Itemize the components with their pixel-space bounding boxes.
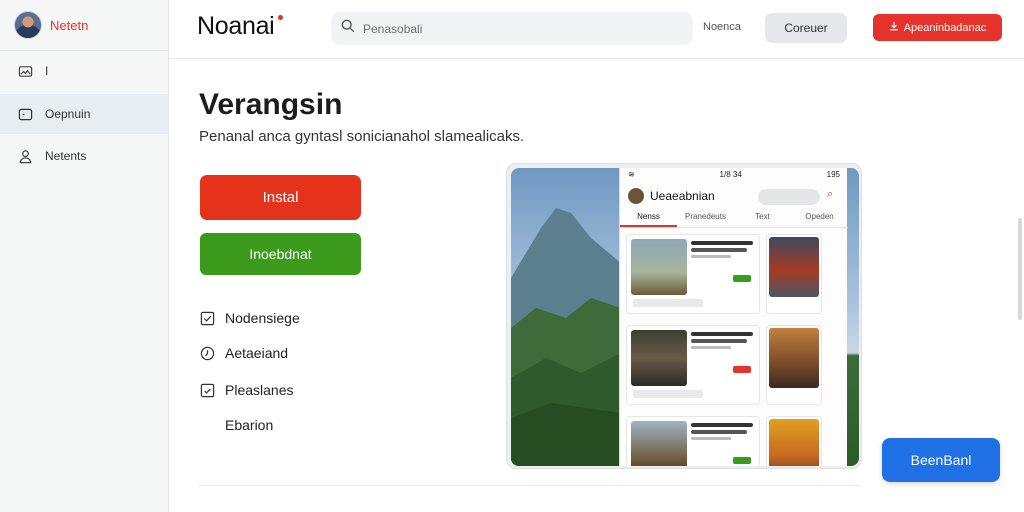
- preview-card: [626, 416, 760, 466]
- search-icon: ⌕: [827, 188, 834, 200]
- preview-side-thumbnail: [769, 237, 819, 297]
- install-button-label: Instal: [262, 189, 299, 206]
- header-secondary-button[interactable]: Coreuer: [765, 13, 847, 43]
- preview-card: [626, 234, 760, 314]
- header-primary-button[interactable]: Apeaninbadanac: [873, 14, 1002, 41]
- preview-app-title: Ueaeabnian: [650, 189, 715, 203]
- preview-card-thumbnail: [631, 330, 687, 386]
- page-title: Verangsin: [199, 88, 343, 121]
- preview-tab: Pranedeuts: [685, 212, 726, 221]
- app-preview-screenshot: ≋ 1/8 34 195 Ueaeabnian ⌕ Nenss Pranedeu…: [506, 163, 862, 469]
- secondary-action-button[interactable]: Inoebdnat: [200, 233, 361, 275]
- mountain-illustration: [511, 208, 621, 466]
- preview-tab: Opeden: [805, 212, 834, 221]
- preview-tab: Nenss: [620, 212, 677, 227]
- preview-card-thumbnail: [631, 421, 687, 466]
- sidebar-item-label: Netents: [45, 149, 87, 163]
- preview-status-time: 1/8 34: [719, 170, 742, 179]
- option-1[interactable]: Nodensiege: [200, 310, 300, 326]
- preview-card-thumbnail: [631, 239, 687, 295]
- header-link[interactable]: Noenca: [703, 21, 741, 33]
- download-icon: [889, 21, 899, 34]
- preview-status-battery: 195: [826, 170, 840, 179]
- preview-landscape-image: ≋ 1/8 34 195 Ueaeabnian ⌕ Nenss Pranedeu…: [511, 168, 859, 466]
- option-4[interactable]: Ebarion: [225, 417, 273, 433]
- image-icon: [17, 63, 33, 79]
- brand-logo[interactable]: Noanai: [197, 12, 275, 41]
- sidebar-item-label: I: [45, 64, 49, 78]
- preview-side-card: [766, 234, 822, 314]
- preview-app-screen: ≋ 1/8 34 195 Ueaeabnian ⌕ Nenss Pranedeu…: [619, 168, 848, 466]
- floating-action-button-label: BeenBanl: [910, 452, 972, 468]
- preview-status-bar: ≋ 1/8 34 195: [620, 168, 848, 182]
- install-button[interactable]: Instal: [200, 175, 361, 220]
- option-label: Ebarion: [225, 417, 274, 433]
- checkbox-icon[interactable]: [200, 311, 215, 326]
- user-name: Netetn: [50, 17, 89, 33]
- option-2[interactable]: Aetaeiand: [200, 345, 288, 361]
- option-label: Pleaslanes: [225, 382, 294, 398]
- sidebar: Netetn I Oepnuin Netents: [0, 0, 169, 512]
- preview-header: Ueaeabnian: [628, 188, 715, 204]
- sidebar-item-3[interactable]: Netents: [0, 136, 168, 176]
- brand-dot: [278, 15, 283, 20]
- sidebar-item-label: Oepnuin: [45, 107, 91, 121]
- preview-search-field: [758, 189, 820, 205]
- search-bar[interactable]: [331, 12, 693, 45]
- clock-icon: [200, 346, 215, 361]
- scrollbar-thumb[interactable]: [1018, 218, 1022, 320]
- search-input[interactable]: [363, 21, 663, 36]
- user-profile[interactable]: Netetn: [14, 11, 88, 39]
- window-icon: [17, 106, 33, 122]
- preview-tab: Text: [755, 212, 770, 221]
- preview-avatar: [628, 188, 644, 204]
- preview-card: [626, 325, 760, 405]
- secondary-action-button-label: Inoebdnat: [249, 246, 312, 262]
- search-icon: [341, 19, 355, 38]
- floating-action-button[interactable]: BeenBanl: [882, 438, 1000, 482]
- page-subtitle: Penanal anca gyntasl sonicianahol slamea…: [199, 128, 525, 145]
- sidebar-item-1[interactable]: I: [0, 51, 168, 91]
- top-bar: Noanai Noenca Coreuer Apeaninbadanac: [169, 0, 1024, 59]
- header-secondary-button-label: Coreuer: [784, 21, 828, 35]
- sidebar-item-2[interactable]: Oepnuin: [0, 94, 168, 134]
- content-divider: [199, 485, 859, 486]
- preview-side-thumbnail: [769, 419, 819, 466]
- option-3[interactable]: Pleaslanes: [200, 382, 294, 398]
- preview-side-card: [766, 416, 822, 466]
- header-primary-button-label: Apeaninbadanac: [903, 21, 987, 34]
- preview-side-thumbnail: [769, 328, 819, 388]
- checkbox-icon[interactable]: [200, 383, 215, 398]
- option-label: Nodensiege: [225, 310, 300, 326]
- option-label: Aetaeiand: [225, 345, 289, 361]
- preview-tabs: Nenss Pranedeuts Text Opeden: [620, 212, 848, 228]
- user-icon: [17, 148, 33, 164]
- preview-side-card: [766, 325, 822, 405]
- preview-status-wifi: ≋: [628, 170, 635, 179]
- avatar[interactable]: [14, 11, 42, 39]
